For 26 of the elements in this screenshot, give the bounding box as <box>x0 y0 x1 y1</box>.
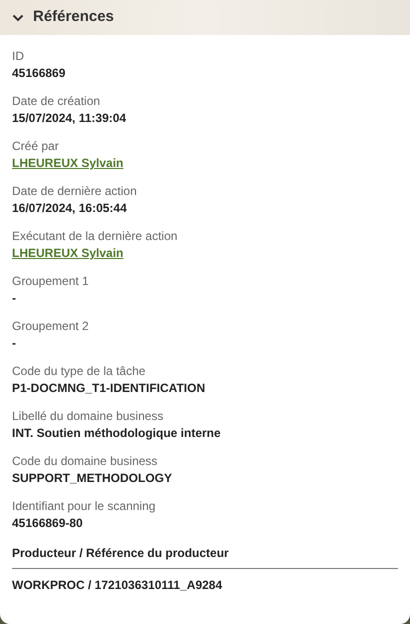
field-label: Date de dernière action <box>12 183 137 200</box>
field-label: Libellé du domaine business <box>12 408 164 425</box>
section-header[interactable]: Références <box>0 0 410 35</box>
section-heading: Producteur / Référence du producteur <box>12 545 229 562</box>
field-label: Identifiant pour le scanning <box>12 498 156 515</box>
field-label: Date de création <box>12 93 100 110</box>
field-value: WORKPROC / 1721036310111_A9284 <box>12 577 222 594</box>
field-value: 16/07/2024, 16:05:44 <box>12 200 127 217</box>
field-label: Exécutant de la dernière action <box>12 228 178 245</box>
field-value: SUPPORT_METHODOLOGY <box>12 470 172 487</box>
field-value: - <box>12 290 16 307</box>
field-value: - <box>12 335 16 352</box>
field-label: Code du type de la tâche <box>12 363 146 380</box>
field-value: INT. Soutien méthodologique interne <box>12 425 221 442</box>
field-label: Groupement 2 <box>12 318 89 335</box>
user-link[interactable]: LHEUREUX Sylvain <box>12 245 124 262</box>
field-label: ID <box>12 48 24 65</box>
field-label: Code du domaine business <box>12 453 158 470</box>
field-value: 15/07/2024, 11:39:04 <box>12 110 126 127</box>
field-label: Groupement 1 <box>12 273 89 290</box>
field-label: Créé par <box>12 138 59 155</box>
user-link[interactable]: LHEUREUX Sylvain <box>12 155 124 172</box>
field-value: P1-DOCMNG_T1-IDENTIFICATION <box>12 380 206 397</box>
field-value: 45166869-80 <box>12 515 83 532</box>
chevron-down-icon <box>12 14 24 22</box>
field-value: 45166869 <box>12 65 66 82</box>
